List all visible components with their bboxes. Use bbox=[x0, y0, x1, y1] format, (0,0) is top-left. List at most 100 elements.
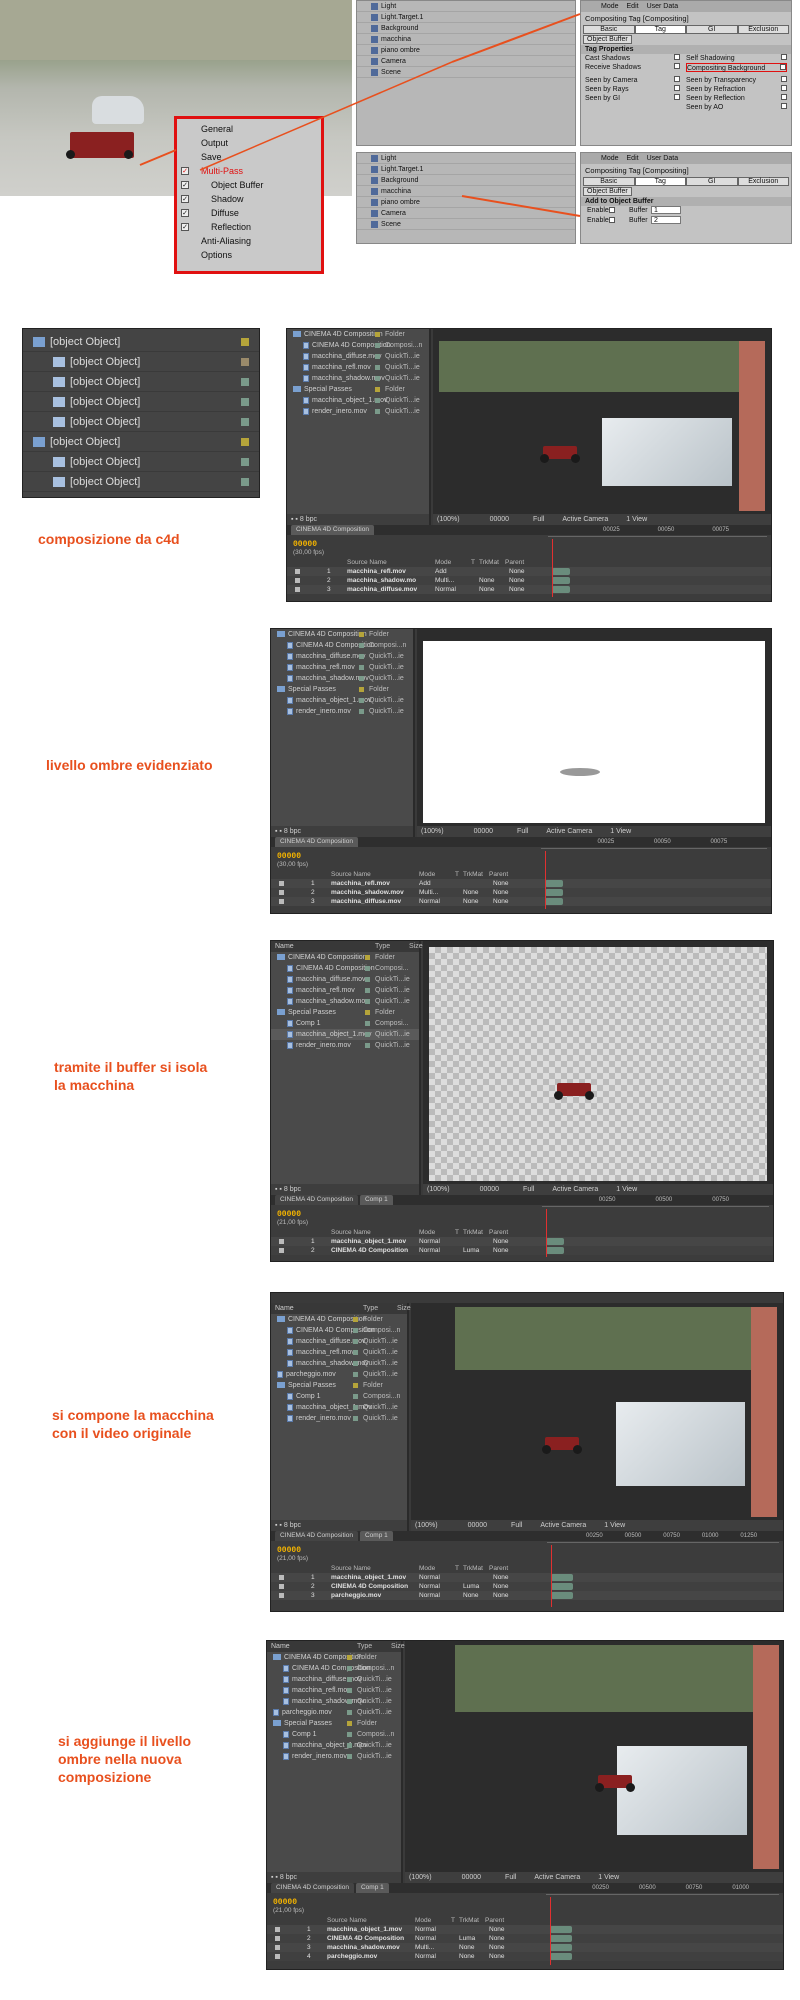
layer-mode[interactable]: Normal bbox=[435, 585, 456, 594]
layer-trkmat[interactable]: None bbox=[459, 1952, 475, 1961]
layer-parent[interactable]: None bbox=[509, 585, 525, 594]
project-folder[interactable]: CINEMA 4D Composition Folder bbox=[287, 329, 429, 340]
project-item[interactable]: [object Object] bbox=[23, 452, 259, 472]
bpc-label[interactable]: 8 bpc bbox=[280, 1874, 297, 1881]
timecode-field[interactable]: 00000 bbox=[490, 516, 509, 523]
project-item[interactable]: macchina_refl.mov QuickTi...ie bbox=[271, 1347, 407, 1358]
project-item[interactable]: render_inero.mov QuickTi...ie bbox=[267, 1751, 401, 1762]
camera-dropdown[interactable]: Active Camera bbox=[562, 516, 608, 523]
current-time[interactable]: 00000 bbox=[277, 852, 301, 861]
timecode-field[interactable]: 00000 bbox=[480, 1186, 499, 1193]
zoom-dropdown[interactable]: (100%) bbox=[415, 1522, 438, 1529]
project-item[interactable]: macchina_diffuse.mov QuickTi...ie bbox=[271, 651, 413, 662]
layer-row[interactable]: 3 macchina_diffuse.mov Normal None None bbox=[271, 897, 771, 906]
layer-row[interactable]: 2 macchina_shadow.mo Multi... None None bbox=[287, 576, 771, 585]
camera-dropdown[interactable]: Active Camera bbox=[546, 828, 592, 835]
project-folder[interactable]: Special Passes Folder bbox=[271, 1007, 419, 1018]
layer-trkmat[interactable]: None bbox=[463, 897, 479, 906]
layer-mode[interactable]: Normal bbox=[415, 1925, 436, 1934]
resolution-dropdown[interactable]: Full bbox=[523, 1186, 534, 1193]
zoom-dropdown[interactable]: (100%) bbox=[427, 1186, 450, 1193]
timeline-tab[interactable]: Comp 1 bbox=[359, 1195, 393, 1205]
project-folder[interactable]: Special Passes Folder bbox=[287, 384, 429, 395]
project-item[interactable]: macchina_refl.mov QuickTi...ie bbox=[271, 662, 413, 673]
timeline-tab[interactable]: Comp 1 bbox=[355, 1883, 389, 1893]
layer-mode[interactable]: Normal bbox=[415, 1952, 436, 1961]
project-item[interactable]: [object Object] bbox=[23, 392, 259, 412]
layer-trkmat[interactable]: None bbox=[463, 1591, 479, 1600]
layer-row[interactable]: 3 macchina_diffuse.mov Normal None None bbox=[287, 585, 771, 594]
project-item[interactable]: [object Object] bbox=[23, 372, 259, 392]
zoom-dropdown[interactable]: (100%) bbox=[421, 828, 444, 835]
project-item[interactable]: macchina_object_1.mov QuickTi...ie bbox=[287, 395, 429, 406]
camera-dropdown[interactable]: Active Camera bbox=[552, 1186, 598, 1193]
resolution-dropdown[interactable]: Full bbox=[533, 516, 544, 523]
timeline-tab[interactable]: CINEMA 4D Composition bbox=[291, 525, 374, 535]
project-item[interactable]: macchina_diffuse.mov QuickTi...ie bbox=[271, 1336, 407, 1347]
bpc-label[interactable]: 8 bpc bbox=[300, 516, 317, 523]
layer-row[interactable]: 1 macchina_refl.mov Add None bbox=[271, 879, 771, 888]
project-item[interactable]: render_inero.mov QuickTi...ie bbox=[271, 1413, 407, 1424]
project-item[interactable]: macchina_object_1.mov QuickTi...ie bbox=[271, 1402, 407, 1413]
project-item[interactable]: render_inero.mov QuickTi...ie bbox=[271, 1040, 419, 1051]
project-item[interactable]: macchina_refl.mov QuickTi...ie bbox=[287, 362, 429, 373]
layer-trkmat[interactable]: Luma bbox=[459, 1934, 475, 1943]
bpc-label[interactable]: 8 bpc bbox=[284, 1186, 301, 1193]
layer-row[interactable]: 1 macchina_object_1.mov Normal None bbox=[267, 1925, 783, 1934]
project-item[interactable]: CINEMA 4D Composition Composi...n bbox=[287, 340, 429, 351]
project-folder[interactable]: CINEMA 4D Composition Folder bbox=[267, 1652, 401, 1663]
view-dropdown[interactable]: 1 View bbox=[598, 1874, 619, 1881]
project-item[interactable]: parcheggio.mov QuickTi...ie bbox=[271, 1369, 407, 1380]
project-item[interactable]: Comp 1 Composi...n bbox=[271, 1391, 407, 1402]
project-item[interactable]: macchina_refl.mov QuickTi...ie bbox=[271, 985, 419, 996]
project-item[interactable]: render_inero.mov QuickTi...ie bbox=[271, 706, 413, 717]
layer-mode[interactable]: Multi... bbox=[415, 1943, 434, 1952]
layer-parent[interactable]: None bbox=[493, 879, 509, 888]
timecode-field[interactable]: 00000 bbox=[462, 1874, 481, 1881]
resolution-dropdown[interactable]: Full bbox=[505, 1874, 516, 1881]
project-folder[interactable]: [object Object] bbox=[23, 332, 259, 352]
current-time[interactable]: 00000 bbox=[273, 1898, 297, 1907]
layer-parent[interactable]: None bbox=[493, 897, 509, 906]
project-item[interactable]: CINEMA 4D Composition Composi...n bbox=[271, 640, 413, 651]
project-item[interactable]: [object Object] bbox=[23, 472, 259, 492]
project-folder[interactable]: Special Passes Folder bbox=[271, 684, 413, 695]
project-folder[interactable]: Special Passes Folder bbox=[271, 1380, 407, 1391]
timeline-tab[interactable]: CINEMA 4D Composition bbox=[275, 1531, 358, 1541]
layer-mode[interactable]: Normal bbox=[415, 1934, 436, 1943]
layer-mode[interactable]: Normal bbox=[419, 1582, 440, 1591]
project-item[interactable]: macchina_shadow.mov QuickTi...ie bbox=[287, 373, 429, 384]
project-item[interactable]: macchina_diffuse.mov QuickTi...ie bbox=[267, 1674, 401, 1685]
layer-mode[interactable]: Add bbox=[419, 879, 431, 888]
project-item[interactable]: macchina_refl.mov QuickTi...ie bbox=[267, 1685, 401, 1696]
layer-parent[interactable]: None bbox=[493, 1591, 509, 1600]
project-folder[interactable]: Special Passes Folder bbox=[267, 1718, 401, 1729]
project-item[interactable]: Comp 1 Composi...n bbox=[267, 1729, 401, 1740]
view-dropdown[interactable]: 1 View bbox=[626, 516, 647, 523]
zoom-dropdown[interactable]: (100%) bbox=[409, 1874, 432, 1881]
layer-row[interactable]: 1 macchina_object_1.mov Normal None bbox=[271, 1573, 783, 1582]
zoom-dropdown[interactable]: (100%) bbox=[437, 516, 460, 523]
layer-parent[interactable]: None bbox=[489, 1943, 505, 1952]
layer-parent[interactable]: None bbox=[489, 1952, 505, 1961]
layer-row[interactable]: 2 CINEMA 4D Composition Normal Luma None bbox=[267, 1934, 783, 1943]
bpc-label[interactable]: 8 bpc bbox=[284, 828, 301, 835]
layer-mode[interactable]: Normal bbox=[419, 1246, 440, 1255]
layer-trkmat[interactable]: None bbox=[479, 585, 495, 594]
project-folder[interactable]: CINEMA 4D Composition Folder bbox=[271, 1314, 407, 1325]
project-item[interactable]: macchina_object_1.mov QuickTi...ie bbox=[271, 695, 413, 706]
project-item[interactable]: Comp 1 Composi... bbox=[271, 1018, 419, 1029]
bpc-label[interactable]: 8 bpc bbox=[284, 1522, 301, 1529]
camera-dropdown[interactable]: Active Camera bbox=[540, 1522, 586, 1529]
timecode-field[interactable]: 00000 bbox=[468, 1522, 487, 1529]
project-item[interactable]: [object Object] bbox=[23, 352, 259, 372]
view-dropdown[interactable]: 1 View bbox=[610, 828, 631, 835]
layer-parent[interactable]: None bbox=[493, 1246, 509, 1255]
view-dropdown[interactable]: 1 View bbox=[616, 1186, 637, 1193]
layer-mode[interactable]: Multi... bbox=[419, 888, 438, 897]
project-item[interactable]: render_inero.mov QuickTi...ie bbox=[287, 406, 429, 417]
layer-mode[interactable]: Add bbox=[435, 567, 447, 576]
project-folder[interactable]: CINEMA 4D Composition Folder bbox=[271, 952, 419, 963]
layer-trkmat[interactable]: Luma bbox=[463, 1246, 479, 1255]
layer-trkmat[interactable]: None bbox=[479, 576, 495, 585]
